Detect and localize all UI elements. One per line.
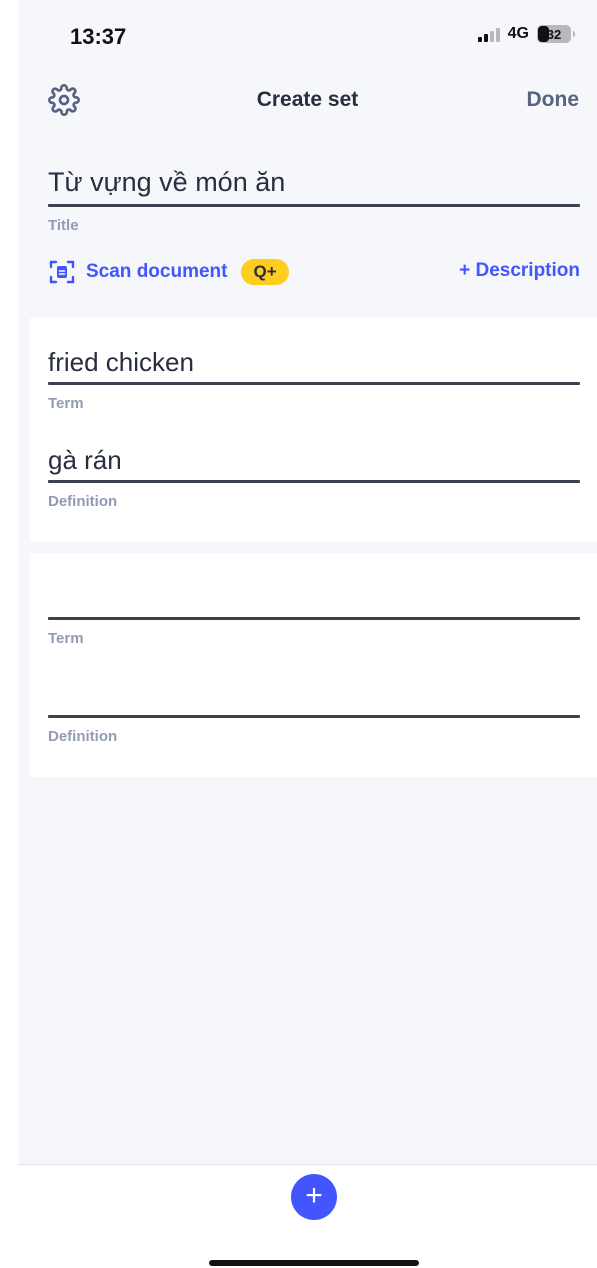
top-nav: Create set Done [18, 78, 597, 122]
actions-row: Scan document Q+ + Description [48, 256, 580, 290]
network-type: 4G [507, 25, 529, 42]
term-caption: Term [48, 630, 84, 647]
definition-underline [48, 715, 580, 718]
quizlet-plus-badge: Q+ [241, 259, 289, 285]
battery-icon: 32 [537, 25, 571, 43]
term-caption: Term [48, 395, 84, 412]
add-card-button[interactable]: + [291, 1174, 337, 1220]
home-indicator [209, 1260, 419, 1266]
page-title: Create set [256, 88, 359, 111]
title-field[interactable]: Từ vựng về món ăn Title [48, 160, 580, 234]
definition-caption: Definition [48, 728, 118, 745]
battery-level: 32 [546, 26, 562, 42]
definition-input[interactable]: gà rán [48, 440, 580, 480]
definition-underline [48, 480, 580, 483]
scan-document-button[interactable]: Scan document Q+ [48, 258, 289, 286]
term-field[interactable]: Term [48, 577, 580, 647]
term-input[interactable] [48, 577, 580, 617]
term-card-1: fried chicken Term gà rán Definition [30, 318, 597, 542]
definition-input[interactable] [48, 675, 580, 715]
done-button[interactable]: Done [527, 88, 580, 112]
signal-icon [477, 26, 500, 42]
title-caption: Title [48, 217, 79, 234]
term-card-2: Term Definition [30, 553, 597, 777]
definition-field[interactable]: Definition [48, 675, 580, 745]
scan-document-label: Scan document [86, 261, 228, 282]
status-time: 13:37 [70, 24, 127, 49]
title-input[interactable]: Từ vựng về món ăn [48, 160, 580, 204]
title-underline [48, 204, 580, 207]
left-edge [0, 0, 18, 1268]
add-description-button[interactable]: + Description [459, 260, 580, 282]
scan-document-icon [49, 260, 75, 284]
definition-field[interactable]: gà rán Definition [48, 440, 580, 510]
status-bar: 13:37 4G 32 [18, 0, 597, 72]
term-input[interactable]: fried chicken [48, 342, 580, 382]
term-underline [48, 382, 580, 385]
term-underline [48, 617, 580, 620]
status-indicators: 4G 32 [477, 25, 575, 43]
create-set-screen: 13:37 4G 32 Create set Done Từ vựng về m [0, 0, 597, 1268]
term-field[interactable]: fried chicken Term [48, 342, 580, 412]
definition-caption: Definition [48, 493, 118, 510]
